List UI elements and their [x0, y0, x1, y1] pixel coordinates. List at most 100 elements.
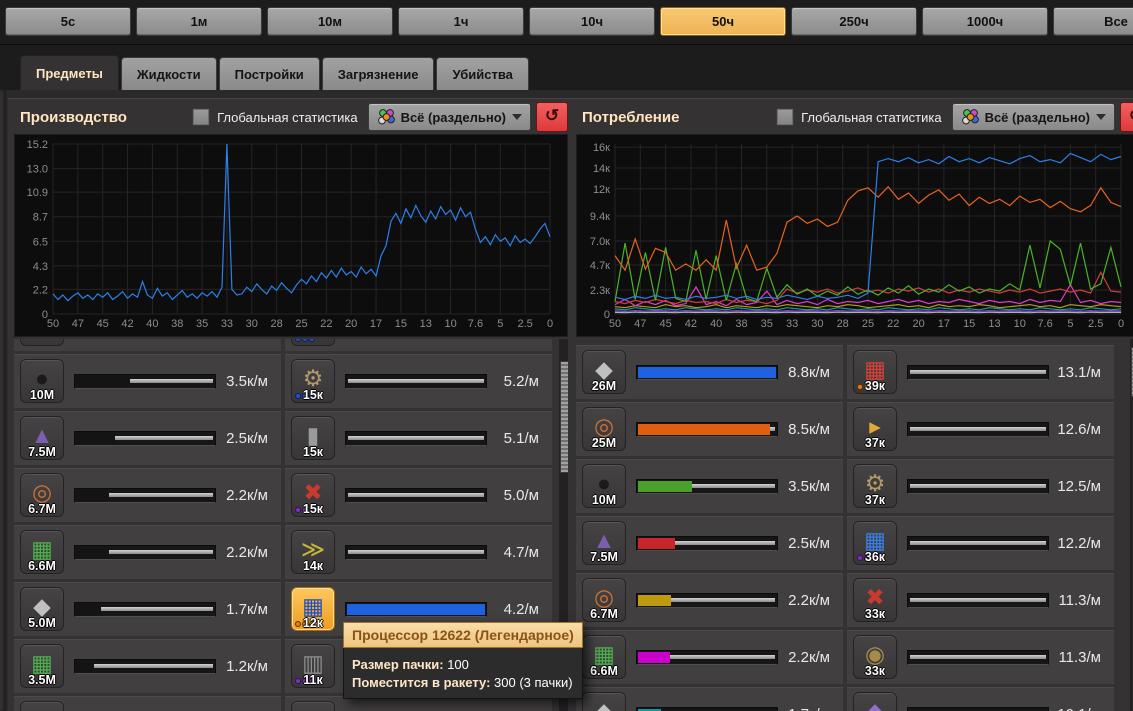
time-button-2[interactable]: 10м: [267, 7, 393, 36]
rate-label: 5.2/м: [503, 372, 539, 390]
svg-text:38: 38: [171, 318, 183, 330]
item-icon: ✖ 15к: [291, 473, 335, 517]
svg-text:13: 13: [420, 318, 432, 330]
item-row[interactable]: [285, 339, 552, 351]
item-row[interactable]: ▦ 3.5M 1.2к/м: [14, 639, 281, 693]
global-stats-checkbox[interactable]: [192, 108, 211, 126]
item-count: 6.6M: [28, 559, 56, 573]
svg-text:5: 5: [497, 318, 503, 330]
item-row[interactable]: ◎ 6.7M 2.2к/м: [576, 573, 843, 627]
item-row[interactable]: ◎ 25M 8.5к/м: [576, 402, 843, 456]
item-icon: ◆ 26M: [582, 350, 626, 394]
tooltip-title: Процессор 12622 (Легендарное): [343, 622, 583, 648]
item-row[interactable]: ● 10M 3.5к/м: [14, 354, 281, 408]
svg-text:25: 25: [862, 318, 874, 330]
svg-text:45: 45: [97, 318, 109, 330]
item-icon: ◎ 25M: [582, 407, 626, 451]
tab-buildings[interactable]: Постройки: [218, 57, 320, 91]
svg-text:30: 30: [246, 318, 258, 330]
rate-label: 1.7к/м: [778, 706, 843, 711]
item-count: 7.5M: [590, 550, 618, 564]
item-row[interactable]: ◉ 33к 11.3/м: [847, 630, 1114, 684]
item-icon: ◎ 6.7M: [20, 473, 64, 517]
time-button-4[interactable]: 10ч: [529, 7, 655, 36]
reset-stats-button[interactable]: ↺: [1120, 102, 1133, 132]
rate-bar: [636, 706, 778, 711]
tab-fluids[interactable]: Жидкости: [120, 57, 217, 91]
item-row[interactable]: ◆ 10.1/м: [847, 687, 1114, 711]
time-button-8[interactable]: Все: [1053, 7, 1133, 36]
statistics-screen: 5с 1м 10м 1ч 10ч 50ч 250ч 1000ч Все Предметы Жидк…: [0, 0, 1133, 711]
filter-dropdown[interactable]: Всё (раздельно): [367, 103, 531, 131]
item-count: 39к: [864, 379, 886, 393]
svg-text:9.4к: 9.4к: [590, 211, 610, 223]
item-row[interactable]: ▸ 37к 12.6/м: [847, 402, 1114, 456]
consumption-panel: Потребление Глобальная статистика Всё (р…: [570, 98, 1133, 711]
item-icon: ◎ 6.7M: [582, 578, 626, 622]
item-row[interactable]: ▦ 39к 13.1/м: [847, 345, 1114, 399]
filter-dropdown[interactable]: Всё (раздельно): [951, 103, 1115, 131]
filter-dropdown-label: Всё (раздельно): [400, 109, 506, 125]
consumption-column-1: ◆ 26M 8.8к/м ◎ 25M 8.5к/м ● 10M 3.5к/м ▲…: [576, 339, 843, 711]
tab-pollution[interactable]: Загрязнение: [321, 57, 435, 91]
svg-text:5: 5: [1067, 318, 1073, 330]
item-count: 37к: [864, 493, 886, 507]
time-button-1[interactable]: 1м: [136, 7, 262, 36]
item-row[interactable]: ▦ 36к 12.2/м: [847, 516, 1114, 570]
item-row[interactable]: ▲ 7.5M 2.5к/м: [14, 411, 281, 465]
time-button-3[interactable]: 1ч: [398, 7, 524, 36]
svg-text:30: 30: [811, 318, 823, 330]
item-count: 6.7M: [28, 502, 56, 516]
production-header: Производство Глобальная статистика Всё (…: [14, 102, 568, 132]
item-row[interactable]: ⚙ 37к 12.5/м: [847, 459, 1114, 513]
svg-text:20: 20: [912, 318, 924, 330]
item-row[interactable]: ≫ 14к 4.7/м: [285, 525, 552, 579]
item-row[interactable]: ◆ 5.0M 1.7к/м: [14, 582, 281, 636]
time-button-5[interactable]: 50ч: [660, 7, 786, 36]
reset-stats-button[interactable]: ↺: [536, 102, 568, 132]
global-stats-label: Глобальная статистика: [217, 109, 358, 125]
item-row[interactable]: ◎ 6.7M 2.2к/м: [14, 468, 281, 522]
svg-text:22: 22: [320, 318, 332, 330]
svg-text:17: 17: [370, 318, 382, 330]
rate-label: 2.2к/м: [226, 543, 268, 561]
item-icon: ▦ 39к: [853, 350, 897, 394]
item-row[interactable]: ▦ 6.6M 2.2к/м: [576, 630, 843, 684]
rate-label: 5.0/м: [503, 486, 539, 504]
svg-text:15: 15: [963, 318, 975, 330]
rate-bar: [907, 592, 1049, 608]
item-icon: ▦ 36к: [853, 521, 897, 565]
item-row[interactable]: ▲ 7.5M 2.5к/м: [576, 516, 843, 570]
all-items-flower-icon: [961, 109, 979, 125]
rate-bar: [74, 658, 216, 674]
item-row[interactable]: ◆ 1.7к/м: [576, 687, 843, 711]
item-count: 7.5M: [28, 445, 56, 459]
consumption-header: Потребление Глобальная статистика Всё (р…: [576, 102, 1133, 132]
tab-kills[interactable]: Убийства: [436, 57, 529, 91]
rate-bar: [907, 706, 1049, 711]
item-row[interactable]: ✖ 33к 11.3/м: [847, 573, 1114, 627]
production-title: Производство: [20, 108, 127, 126]
item-row[interactable]: ⚙ 15к 5.2/м: [285, 354, 552, 408]
scrollbar-thumb[interactable]: [560, 361, 568, 473]
item-row[interactable]: ● 10M 3.5к/м: [576, 459, 843, 513]
time-button-0[interactable]: 5с: [5, 7, 131, 36]
item-row[interactable]: [14, 339, 281, 351]
tooltip-line: Поместится в ракету: 300 (3 пачки): [352, 675, 573, 690]
item-row[interactable]: ▦ 6.6M 2.2к/м: [14, 525, 281, 579]
item-row[interactable]: ✖ 15к 5.0/м: [285, 468, 552, 522]
item-row[interactable]: ▮ 15к 5.1/м: [285, 411, 552, 465]
rate-bar: [345, 544, 487, 560]
svg-text:25: 25: [295, 318, 307, 330]
item-count: 3.5M: [28, 673, 56, 687]
item-row[interactable]: ◆ 26M 8.8к/м: [576, 345, 843, 399]
svg-text:13.0: 13.0: [27, 164, 48, 176]
item-count: 15к: [302, 502, 324, 516]
time-button-7[interactable]: 1000ч: [922, 7, 1048, 36]
svg-text:33: 33: [221, 318, 233, 330]
item-row[interactable]: ◆: [14, 696, 281, 711]
global-stats-checkbox[interactable]: [776, 108, 795, 126]
svg-text:4.3: 4.3: [33, 261, 48, 273]
time-button-6[interactable]: 250ч: [791, 7, 917, 36]
tab-items[interactable]: Предметы: [20, 55, 119, 91]
